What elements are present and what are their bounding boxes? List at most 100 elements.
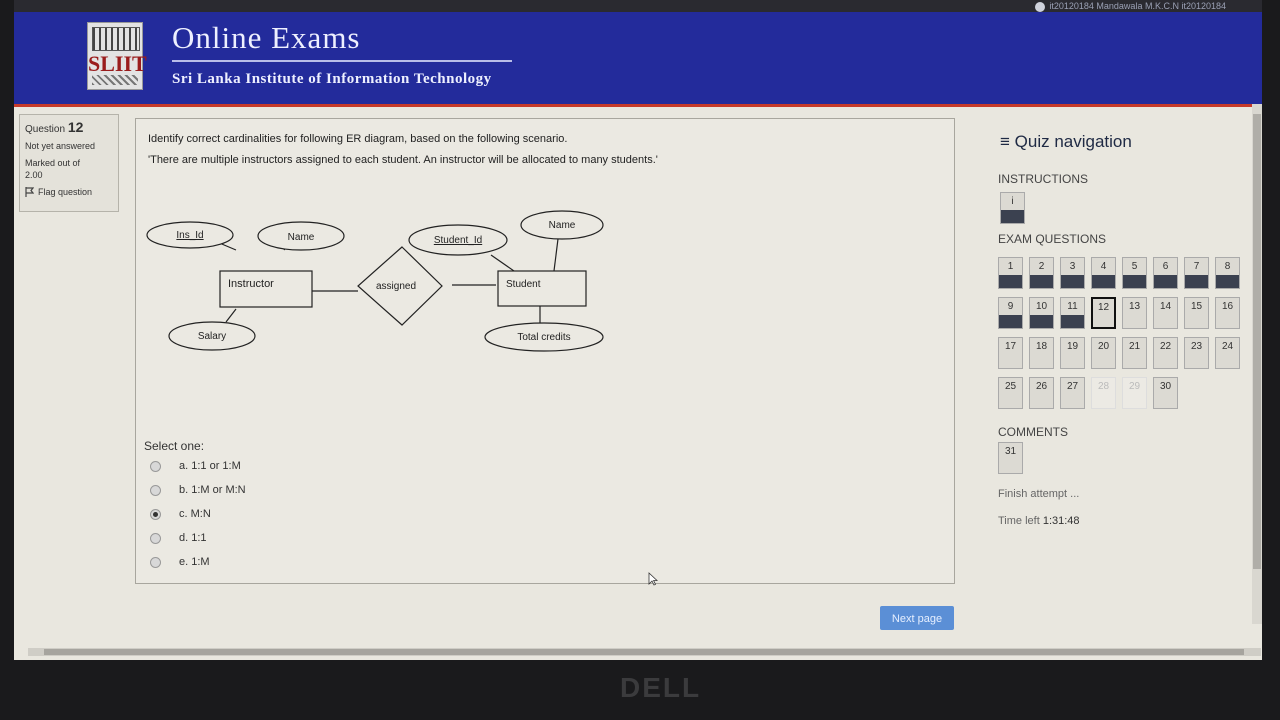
nav-tile-question-17[interactable]: 17 bbox=[998, 337, 1023, 369]
answer-option-e[interactable]: e. 1:M bbox=[150, 556, 210, 568]
nav-tile-question-3[interactable]: 3 bbox=[1060, 257, 1085, 289]
answer-option-b[interactable]: b. 1:M or M:N bbox=[150, 484, 246, 496]
attribute-total-credits: Total credits bbox=[484, 322, 604, 352]
flag-question-label: Flag question bbox=[38, 187, 93, 197]
nav-tile-question-15[interactable]: 15 bbox=[1184, 297, 1209, 329]
answered-indicator bbox=[1092, 275, 1115, 288]
nav-tile-question-23[interactable]: 23 bbox=[1184, 337, 1209, 369]
nav-tile-question-29[interactable]: 29 bbox=[1122, 377, 1147, 409]
er-diagram: Instructor Student assigned Ins_Id Name … bbox=[146, 210, 604, 352]
site-title: Online Exams bbox=[172, 20, 361, 55]
nav-tile-question-26[interactable]: 26 bbox=[1029, 377, 1054, 409]
nav-tile-question-7[interactable]: 7 bbox=[1184, 257, 1209, 289]
nav-tile-question-10[interactable]: 10 bbox=[1029, 297, 1054, 329]
nav-tile-question-14[interactable]: 14 bbox=[1153, 297, 1178, 329]
nav-tile-question-18[interactable]: 18 bbox=[1029, 337, 1054, 369]
radio-button[interactable] bbox=[150, 460, 161, 472]
nav-tile-question-20[interactable]: 20 bbox=[1091, 337, 1116, 369]
entity-student-label: Student bbox=[506, 279, 541, 290]
nav-tile-question-2[interactable]: 2 bbox=[1029, 257, 1054, 289]
answered-indicator bbox=[1216, 275, 1239, 288]
radio-button-selected[interactable] bbox=[150, 508, 161, 520]
user-name: it20120184 Mandawala M.K.C.N it20120184 bbox=[1049, 1, 1226, 11]
attribute-student-name-label: Name bbox=[549, 220, 576, 231]
nav-tile-question-16[interactable]: 16 bbox=[1215, 297, 1240, 329]
answer-option-d[interactable]: d. 1:1 bbox=[150, 532, 207, 544]
top-user-bar: it20120184 Mandawala M.K.C.N it20120184 bbox=[14, 0, 1262, 12]
user-avatar bbox=[1035, 1, 1046, 12]
nav-tile-question-6[interactable]: 6 bbox=[1153, 257, 1178, 289]
nav-tile-question-11[interactable]: 11 bbox=[1060, 297, 1085, 329]
attribute-instructor-name: Name bbox=[257, 221, 345, 251]
attribute-total-credits-label: Total credits bbox=[517, 332, 570, 343]
nav-tile-question-22[interactable]: 22 bbox=[1153, 337, 1178, 369]
question-line-1: Identify correct cardinalities for follo… bbox=[148, 133, 568, 145]
nav-tile-question-9[interactable]: 9 bbox=[998, 297, 1023, 329]
next-page-button[interactable]: Next page bbox=[880, 606, 954, 630]
mouse-cursor-icon bbox=[648, 572, 658, 586]
monitor-brand-logo: DELL bbox=[620, 672, 702, 703]
nav-tile-question-28[interactable]: 28 bbox=[1091, 377, 1116, 409]
answer-option-a[interactable]: a. 1:1 or 1:M bbox=[150, 460, 241, 472]
attribute-student-id-label: Student_Id bbox=[434, 235, 482, 246]
answered-indicator bbox=[1061, 315, 1084, 328]
nav-tile-question-13[interactable]: 13 bbox=[1122, 297, 1147, 329]
entity-instructor-label: Instructor bbox=[228, 278, 274, 290]
radio-button[interactable] bbox=[150, 556, 161, 568]
question-content: Identify correct cardinalities for follo… bbox=[135, 118, 955, 584]
attribute-student-name: Name bbox=[520, 210, 604, 240]
logo-building-graphic bbox=[92, 27, 140, 51]
question-line-2: 'There are multiple instructors assigned… bbox=[148, 154, 658, 166]
answered-indicator bbox=[1061, 275, 1084, 288]
attribute-salary: Salary bbox=[168, 321, 256, 351]
logo-text: SLIIT bbox=[88, 51, 147, 76]
nav-tile-comments[interactable]: 31 bbox=[998, 442, 1023, 474]
nav-tile-question-8[interactable]: 8 bbox=[1215, 257, 1240, 289]
question-number: 12 bbox=[67, 119, 84, 135]
quiz-navigation: ≡ Quiz navigation INSTRUCTIONS EXAM QUES… bbox=[998, 115, 1248, 246]
answered-indicator bbox=[1185, 275, 1208, 288]
nav-tile-instructions[interactable]: i bbox=[1000, 192, 1025, 224]
finish-attempt-link[interactable]: Finish attempt ... bbox=[998, 488, 1079, 500]
question-state: Not yet answered bbox=[25, 141, 96, 151]
nav-tile-question-1[interactable]: 1 bbox=[998, 257, 1023, 289]
entity-student: Student bbox=[497, 270, 587, 307]
answer-option-c[interactable]: c. M:N bbox=[150, 508, 211, 520]
hamburger-icon: ≡ bbox=[1000, 132, 1010, 151]
site-header: SLIIT Online Exams Sri Lanka Institute o… bbox=[14, 12, 1262, 107]
nav-tile-question-12[interactable]: 12 bbox=[1091, 297, 1116, 329]
answered-indicator bbox=[1030, 315, 1053, 328]
radio-button[interactable] bbox=[150, 532, 161, 544]
answered-indicator bbox=[1123, 275, 1146, 288]
instructions-label: INSTRUCTIONS bbox=[998, 172, 1088, 186]
nav-tile-question-4[interactable]: 4 bbox=[1091, 257, 1116, 289]
horizontal-scrollbar[interactable] bbox=[28, 648, 1261, 656]
relationship-assigned-label: assigned bbox=[376, 281, 416, 292]
nav-tile-question-27[interactable]: 27 bbox=[1060, 377, 1085, 409]
radio-button[interactable] bbox=[150, 484, 161, 496]
vertical-scrollbar[interactable] bbox=[1252, 104, 1262, 624]
question-text: Identify correct cardinalities for follo… bbox=[148, 129, 658, 171]
attribute-ins-id-label: Ins_Id bbox=[176, 230, 203, 241]
question-grade: Marked out of 2.00 bbox=[25, 158, 81, 180]
sliit-logo[interactable]: SLIIT bbox=[87, 22, 147, 90]
nav-tile-question-25[interactable]: 25 bbox=[998, 377, 1023, 409]
entity-instructor: Instructor bbox=[219, 270, 313, 308]
logo-base-graphic bbox=[92, 75, 138, 85]
nav-tile-question-19[interactable]: 19 bbox=[1060, 337, 1085, 369]
answered-indicator bbox=[1154, 275, 1177, 288]
user-menu[interactable]: it20120184 Mandawala M.K.C.N it20120184 bbox=[1035, 0, 1226, 12]
nav-tile-question-24[interactable]: 24 bbox=[1215, 337, 1240, 369]
time-left: Time left 1:31:48 bbox=[998, 515, 1080, 527]
comments-label: COMMENTS bbox=[998, 425, 1068, 439]
nav-tile-question-21[interactable]: 21 bbox=[1122, 337, 1147, 369]
nav-tile-question-5[interactable]: 5 bbox=[1122, 257, 1147, 289]
flag-question-button[interactable]: Flag question bbox=[25, 187, 113, 197]
site-subtitle: Sri Lanka Institute of Information Techn… bbox=[172, 71, 492, 87]
title-divider bbox=[172, 60, 512, 62]
flag-icon bbox=[25, 187, 34, 197]
nav-tile-question-30[interactable]: 30 bbox=[1153, 377, 1178, 409]
exam-questions-label: EXAM QUESTIONS bbox=[998, 232, 1107, 246]
browser-screen: it20120184 Mandawala M.K.C.N it20120184 … bbox=[14, 0, 1262, 660]
question-info-panel: Question 12 Not yet answered Marked out … bbox=[19, 114, 119, 212]
